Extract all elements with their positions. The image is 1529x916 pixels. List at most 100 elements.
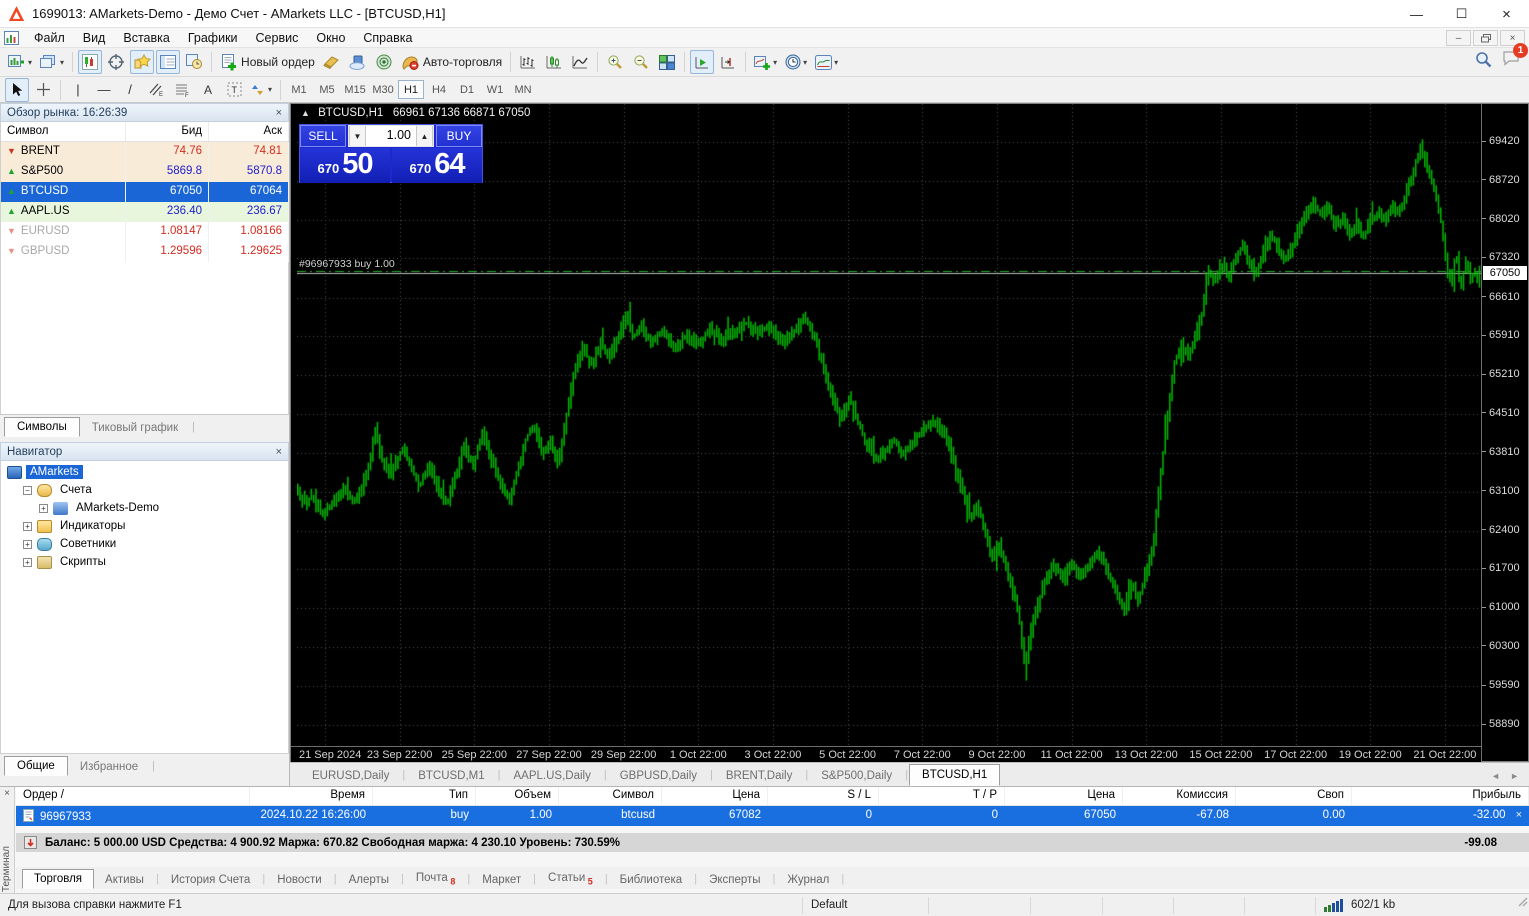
terminal-tab-Статьи[interactable]: Статьи 5 [537,869,604,889]
buy-price[interactable]: 670 64 [392,148,482,183]
chart-tab-S&P500,Daily[interactable]: S&P500,Daily [809,766,904,786]
notifications-button[interactable]: 1 [1502,50,1521,69]
timeframe-M1[interactable]: M1 [286,80,312,99]
channel-tool[interactable]: E [144,78,168,102]
open-order-row[interactable]: 969679332024.10.22 16:26:00buy1.00btcusd… [16,806,1529,826]
volume-decrease-button[interactable]: ▼ [349,126,366,146]
tile-windows-button[interactable] [655,50,679,74]
terminal-tab-Почта[interactable]: Почта 8 [405,869,466,889]
market-watch-row[interactable]: ▲AAPL.US236.40236.67 [1,202,288,222]
timeframe-M30[interactable]: M30 [370,80,396,99]
expand-icon[interactable]: + [23,522,32,531]
mdi-restore-button[interactable] [1473,30,1498,46]
sell-price[interactable]: 670 50 [300,148,390,183]
menu-Сервис[interactable]: Сервис [247,29,308,47]
market-watch-row[interactable]: ▼EURUSD1.081471.08166 [1,222,288,242]
market-button[interactable] [346,50,370,74]
collapse-icon[interactable]: − [23,486,32,495]
sell-button[interactable]: SELL [300,125,346,147]
menu-Окно[interactable]: Окно [307,29,354,47]
new-order-button[interactable]: Новый ордер [217,50,318,74]
column-header-Время[interactable]: Время [250,787,373,805]
close-icon[interactable]: × [0,787,14,799]
horizontal-line-tool[interactable]: — [92,78,116,102]
scroll-right-icon[interactable]: ► [1510,771,1519,781]
data-window-toggle[interactable] [104,50,128,74]
menu-Файл[interactable]: Файл [25,29,74,47]
fibonacci-tool[interactable]: F [170,78,194,102]
terminal-tab-Новости[interactable]: Новости [266,871,333,889]
tree-item-Индикаторы[interactable]: +Индикаторы [1,517,288,535]
tree-item-Скрипты[interactable]: +Скрипты [1,553,288,571]
chart-shift-toggle[interactable] [716,50,740,74]
close-icon[interactable]: × [276,446,282,458]
trendline-tool[interactable]: / [118,78,142,102]
text-label-tool[interactable]: T [222,78,246,102]
column-header-Комиссия[interactable]: Комиссия [1123,787,1236,805]
resize-grip[interactable] [1515,894,1529,916]
mw-col-Бид[interactable]: Бид [126,122,209,141]
close-icon[interactable]: × [276,107,282,119]
column-header-Цена[interactable]: Цена [1005,787,1123,805]
collapse-icon[interactable]: ▲ [301,108,310,118]
periods-button[interactable]: ▾ [782,50,810,74]
terminal-tab-Торговля[interactable]: Торговля [22,869,94,889]
mw-col-Аск[interactable]: Аск [209,122,289,141]
text-tool[interactable]: A [196,78,220,102]
mw-col-Символ[interactable]: Символ [1,122,126,141]
search-icon[interactable] [1475,51,1492,68]
maximize-button[interactable]: ☐ [1439,0,1484,28]
timeframe-W1[interactable]: W1 [482,80,508,99]
signals-button[interactable] [372,50,396,74]
market-watch-tab-Символы[interactable]: Символы [4,417,80,437]
expand-icon[interactable]: + [23,540,32,549]
timeframe-M15[interactable]: M15 [342,80,368,99]
metaeditor-button[interactable] [320,50,344,74]
timeframe-D1[interactable]: D1 [454,80,480,99]
timeframe-MN[interactable]: MN [510,80,536,99]
expand-icon[interactable]: + [39,504,48,513]
mdi-minimize-button[interactable]: – [1446,30,1471,46]
tree-item-AMarkets[interactable]: AMarkets [1,463,288,481]
navigator-tab-Избранное[interactable]: Избранное [68,758,150,776]
close-order-icon[interactable]: × [1516,809,1522,821]
column-header-Прибыль[interactable]: Прибыль [1352,787,1529,805]
market-watch-row[interactable]: ▼GBPUSD1.295961.29625 [1,242,288,262]
minimize-button[interactable]: — [1394,0,1439,28]
column-header-Цена[interactable]: Цена [662,787,768,805]
terminal-tab-История Счета[interactable]: История Счета [160,871,262,889]
column-header-Объем[interactable]: Объем [476,787,559,805]
chart-tab-EURUSD,Daily[interactable]: EURUSD,Daily [300,766,401,786]
market-watch-toggle[interactable] [78,50,102,74]
market-watch-row[interactable]: ▲BTCUSD6705067064 [1,182,288,202]
menu-Вид[interactable]: Вид [74,29,115,47]
expand-icon[interactable]: + [23,558,32,567]
terminal-tab-Библиотека[interactable]: Библиотека [609,871,694,889]
status-profile[interactable]: Default [802,897,928,914]
autoscroll-toggle[interactable] [690,50,714,74]
market-watch-row[interactable]: ▼BRENT74.7674.81 [1,142,288,162]
strategy-tester-toggle[interactable] [182,50,206,74]
menu-Справка[interactable]: Справка [354,29,421,47]
new-chart-button[interactable]: ▾ [5,50,35,74]
zoom-out-button[interactable] [629,50,653,74]
crosshair-tool[interactable] [31,78,55,102]
chart-tab-BTCUSD,H1[interactable]: BTCUSD,H1 [909,764,1000,786]
autotrade-button[interactable]: Авто-торговля [398,50,505,74]
terminal-toggle[interactable] [156,50,180,74]
terminal-tab-Алерты[interactable]: Алерты [338,871,400,889]
terminal-tab-Маркет[interactable]: Маркет [471,871,532,889]
buy-button[interactable]: BUY [436,125,482,147]
cursor-tool[interactable] [5,78,29,102]
profiles-button[interactable]: ▾ [37,50,67,74]
arrows-tool[interactable]: ▾ [248,78,275,102]
column-header-Тип[interactable]: Тип [373,787,476,805]
terminal-tab-Эксперты[interactable]: Эксперты [698,871,771,889]
navigator-toggle[interactable] [130,50,154,74]
tree-item-Советники[interactable]: +Советники [1,535,288,553]
column-header-T / P[interactable]: T / P [879,787,1005,805]
chart-tab-AAPL.US,Daily[interactable]: AAPL.US,Daily [502,766,603,786]
terminal-tab-Активы[interactable]: Активы [94,871,155,889]
zoom-in-button[interactable] [603,50,627,74]
volume-increase-button[interactable]: ▲ [416,126,433,146]
